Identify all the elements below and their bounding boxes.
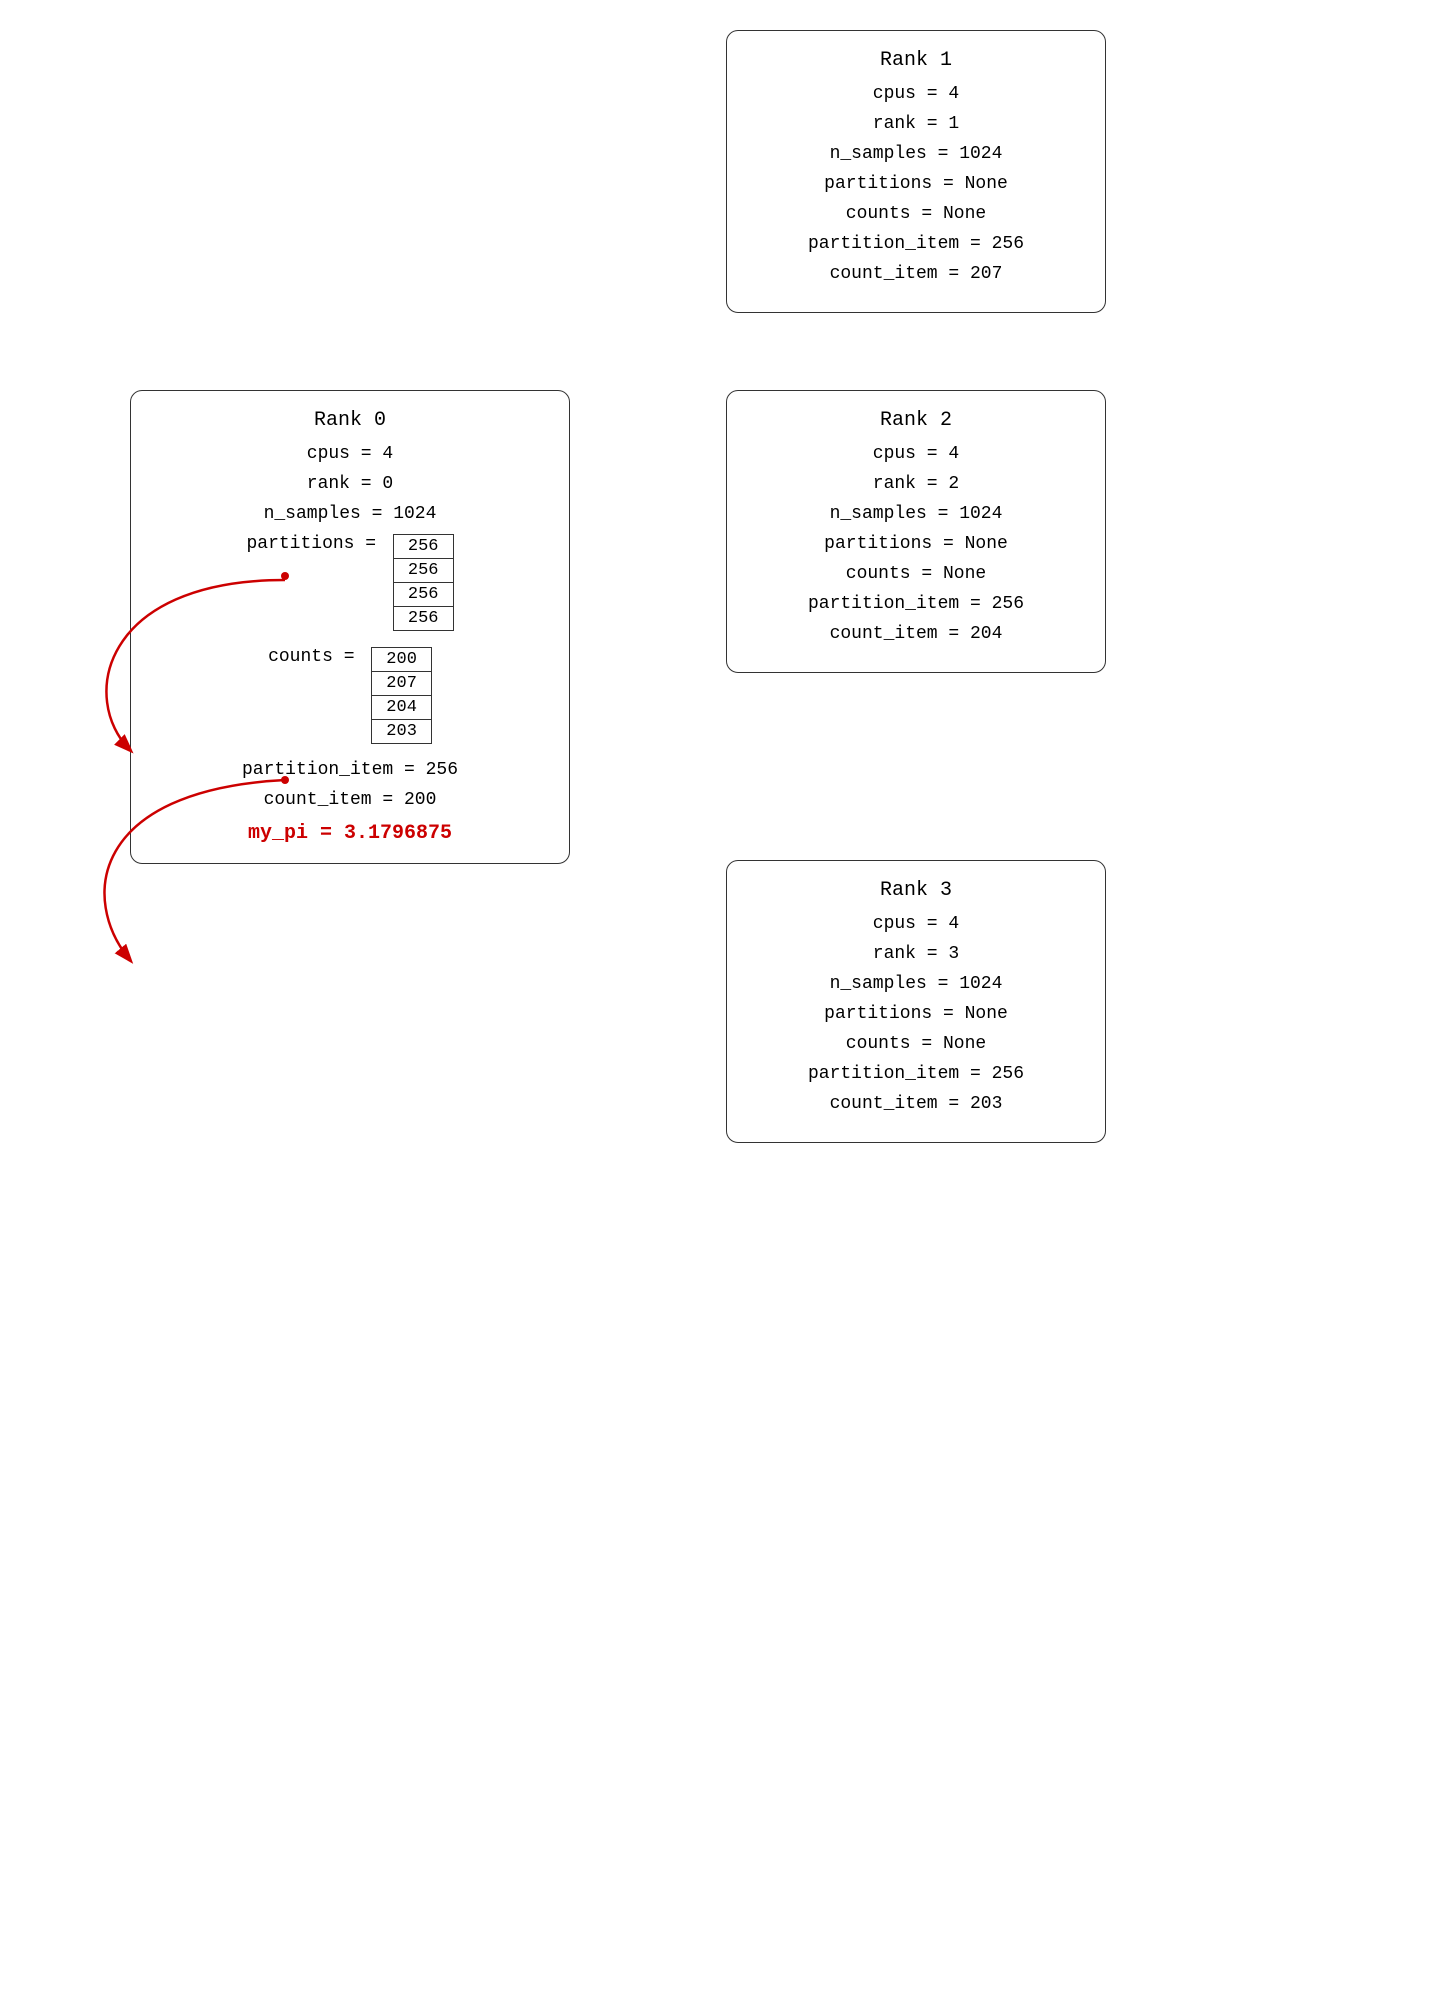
rank2-box: Rank 2 cpus = 4 rank = 2 n_samples = 102… bbox=[726, 390, 1106, 673]
rank1-rank: rank = 1 bbox=[755, 114, 1077, 134]
rank2-partition-item: partition_item = 256 bbox=[755, 594, 1077, 614]
rank1-count-item: count_item = 207 bbox=[755, 264, 1077, 284]
rank0-box: Rank 0 cpus = 4 rank = 0 n_samples = 102… bbox=[130, 390, 570, 864]
count-val-0: 200 bbox=[372, 648, 432, 672]
rank1-partition-item: partition_item = 256 bbox=[755, 234, 1077, 254]
rank0-rank: rank = 0 bbox=[159, 474, 541, 494]
partition-val-3: 256 bbox=[393, 607, 453, 631]
partition-val-2: 256 bbox=[393, 583, 453, 607]
partition-val-0: 256 bbox=[393, 535, 453, 559]
rank3-box: Rank 3 cpus = 4 rank = 3 n_samples = 102… bbox=[726, 860, 1106, 1143]
rank1-nsamples: n_samples = 1024 bbox=[755, 144, 1077, 164]
rank0-counts-field: counts = 200 207 204 203 bbox=[159, 647, 541, 744]
rank1-partitions: partitions = None bbox=[755, 174, 1077, 194]
rank3-cpus: cpus = 4 bbox=[755, 914, 1077, 934]
rank0-my-pi: my_pi = 3.1796875 bbox=[159, 822, 541, 845]
rank2-title: Rank 2 bbox=[755, 409, 1077, 432]
rank0-partitions-label: partitions = bbox=[246, 534, 386, 554]
rank2-count-item: count_item = 204 bbox=[755, 624, 1077, 644]
rank2-rank: rank = 2 bbox=[755, 474, 1077, 494]
rank1-box: Rank 1 cpus = 4 rank = 1 n_samples = 102… bbox=[726, 30, 1106, 313]
rank1-counts: counts = None bbox=[755, 204, 1077, 224]
count-val-1: 207 bbox=[372, 672, 432, 696]
rank0-cpus: cpus = 4 bbox=[159, 444, 541, 464]
rank3-rank: rank = 3 bbox=[755, 944, 1077, 964]
rank2-partitions: partitions = None bbox=[755, 534, 1077, 554]
rank0-nsamples: n_samples = 1024 bbox=[159, 504, 541, 524]
rank0-counts-array: 200 207 204 203 bbox=[371, 647, 432, 744]
rank2-counts: counts = None bbox=[755, 564, 1077, 584]
rank2-nsamples: n_samples = 1024 bbox=[755, 504, 1077, 524]
rank3-partitions: partitions = None bbox=[755, 1004, 1077, 1024]
count-val-2: 204 bbox=[372, 696, 432, 720]
rank3-title: Rank 3 bbox=[755, 879, 1077, 902]
rank0-counts-label: counts = bbox=[268, 647, 365, 667]
rank3-counts: counts = None bbox=[755, 1034, 1077, 1054]
rank1-title: Rank 1 bbox=[755, 49, 1077, 72]
rank0-partitions-field: partitions = 256 256 256 256 bbox=[159, 534, 541, 631]
rank3-partition-item: partition_item = 256 bbox=[755, 1064, 1077, 1084]
rank0-partitions-array: 256 256 256 256 bbox=[393, 534, 454, 631]
rank2-cpus: cpus = 4 bbox=[755, 444, 1077, 464]
rank0-partition-item: partition_item = 256 bbox=[159, 760, 541, 780]
rank1-cpus: cpus = 4 bbox=[755, 84, 1077, 104]
rank0-title: Rank 0 bbox=[159, 409, 541, 432]
rank3-count-item: count_item = 203 bbox=[755, 1094, 1077, 1114]
partition-val-1: 256 bbox=[393, 559, 453, 583]
count-val-3: 203 bbox=[372, 720, 432, 744]
rank3-nsamples: n_samples = 1024 bbox=[755, 974, 1077, 994]
rank0-count-item: count_item = 200 bbox=[159, 790, 541, 810]
